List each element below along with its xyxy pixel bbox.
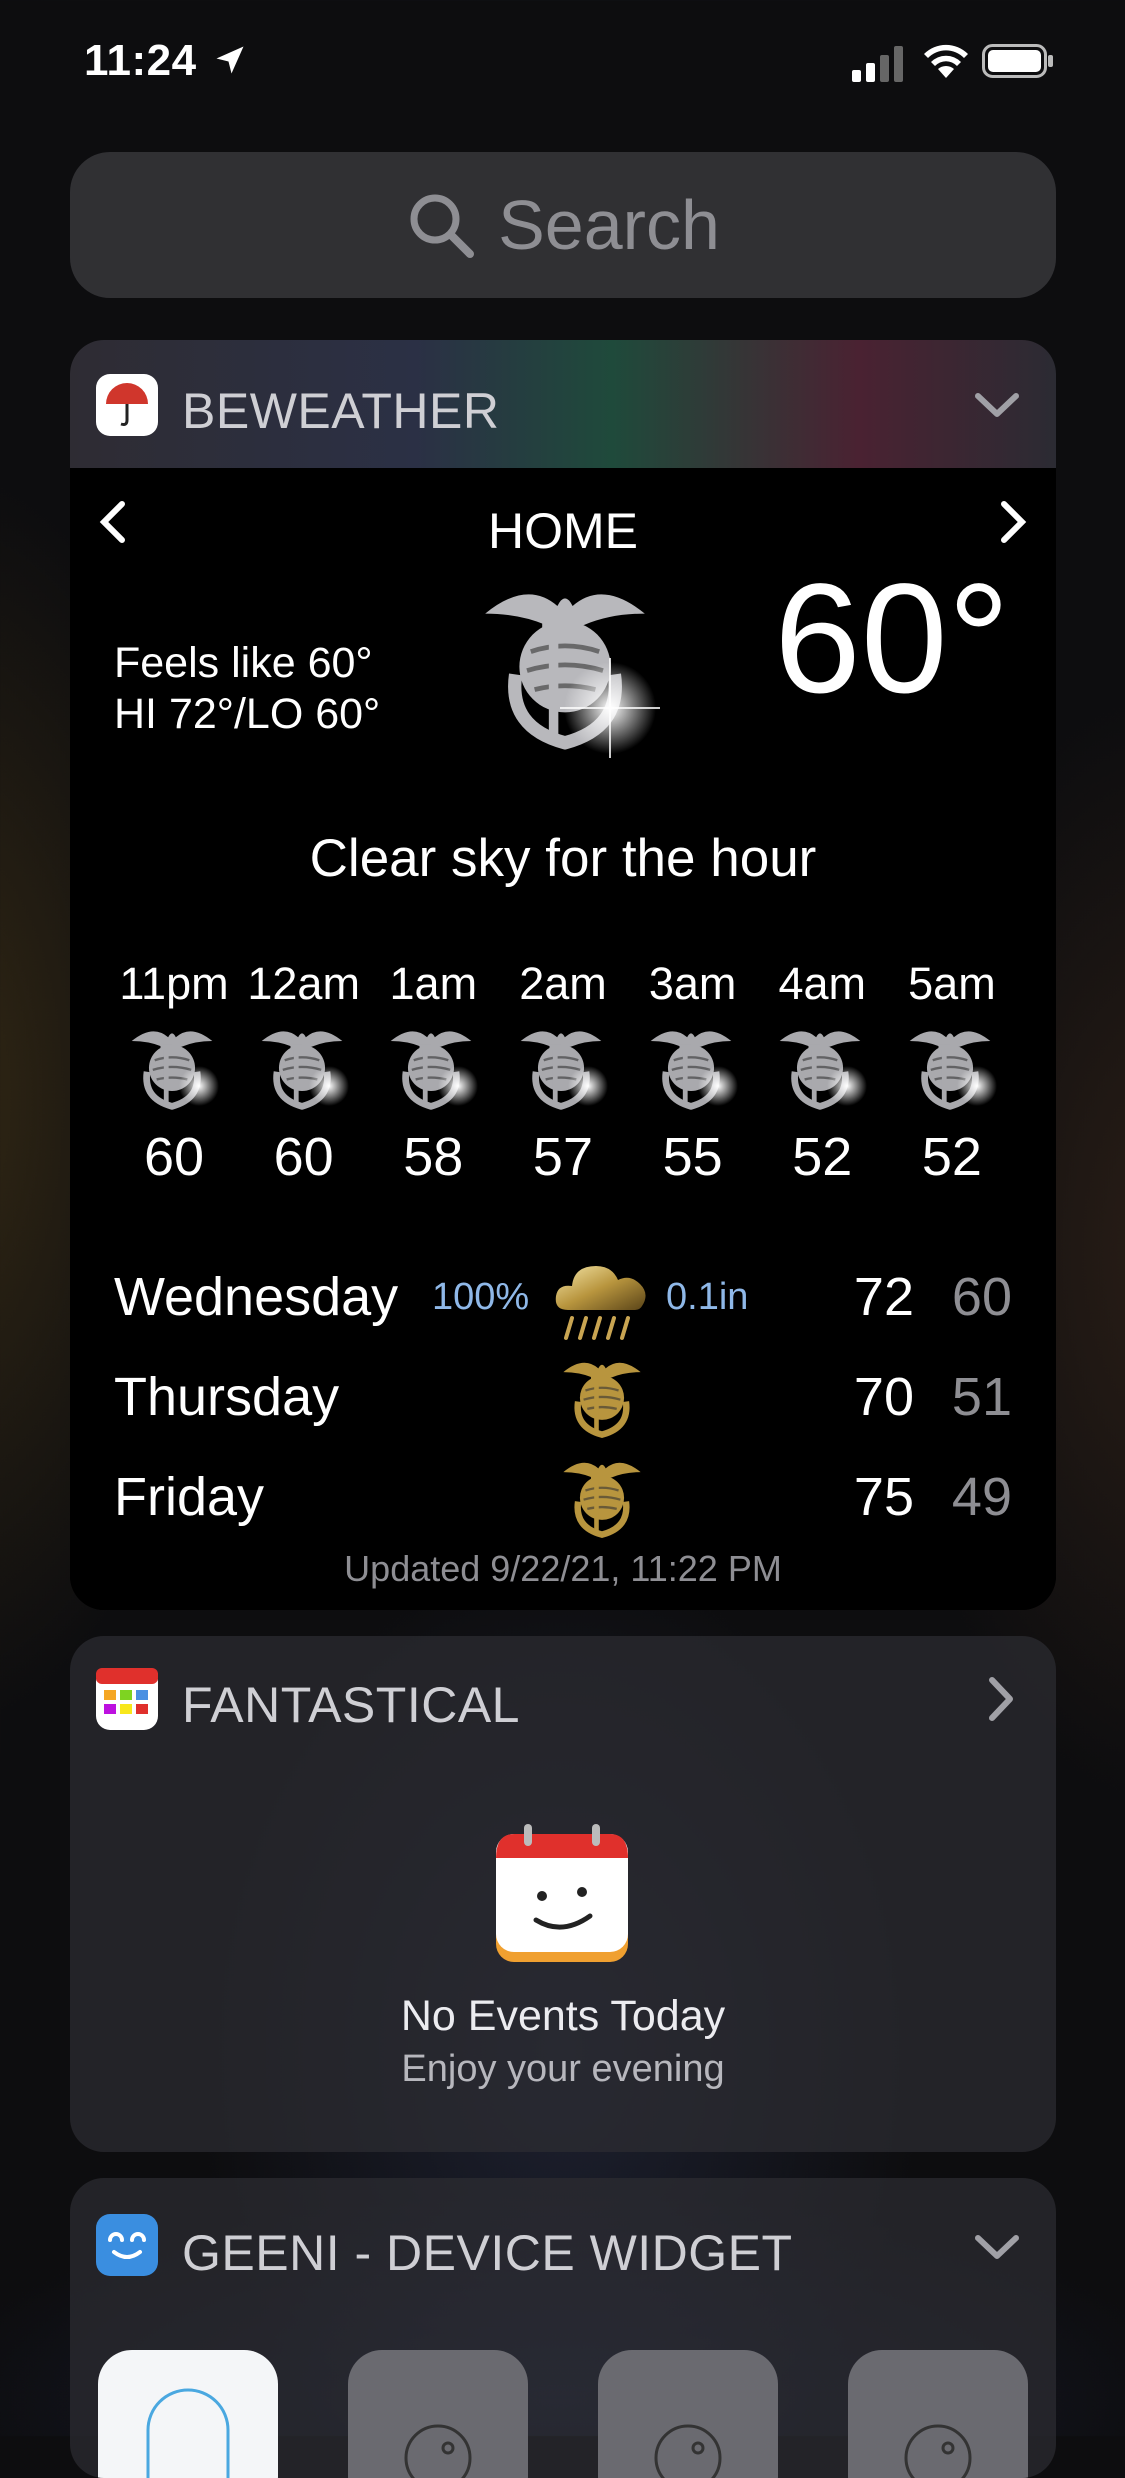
hour-temp: 57 [532,1127,593,1187]
hi-lo: HI 72°/LO 60° [114,690,381,738]
emblem-icon [450,558,660,758]
hour-column: 2am 57 [499,958,627,1188]
day-name: Friday [114,1467,265,1527]
emblem-icon [508,1018,608,1118]
updated-timestamp: Updated 9/22/21, 11:22 PM [344,1548,782,1589]
day-low: 51 [951,1367,1012,1427]
emblem-icon [897,1018,997,1118]
device-button[interactable] [348,2350,528,2478]
device-button[interactable] [848,2350,1028,2478]
emblem-icon [119,1018,219,1118]
day-row: Wednesday 100% 0.1in 72 60 [114,1248,1012,1348]
daily-forecast: Wednesday 100% 0.1in 72 60 Thursday 70 5… [114,1248,1012,1548]
day-low: 49 [951,1467,1012,1527]
cellular-signal-icon [852,46,903,82]
bulb-icon [904,2424,972,2478]
day-high: 75 [853,1467,914,1527]
hour-label: 3am [648,958,737,1009]
hour-column: 4am 52 [758,958,886,1188]
fantastical-app-name: FANTASTICAL [182,1677,520,1733]
beweather-header[interactable]: BEWEATHER [70,340,1056,468]
beweather-app-icon [96,374,158,436]
feels-like: Feels like 60° [114,639,373,687]
day-name: Wednesday [114,1267,399,1327]
hour-column: 3am 55 [629,958,757,1188]
hour-column: 12am 60 [240,958,368,1188]
device-button[interactable] [598,2350,778,2478]
chevron-down-icon[interactable] [974,390,1020,420]
day-high: 72 [853,1267,914,1327]
emblem-icon [550,1348,654,1448]
search-placeholder: Search [498,186,720,264]
emblem-icon [638,1018,738,1118]
hour-temp: 55 [662,1127,723,1187]
hour-label: 12am [247,958,360,1009]
hour-temp: 60 [143,1127,205,1187]
device-button[interactable] [98,2350,278,2478]
hour-label: 5am [908,958,996,1009]
emblem-icon [249,1018,349,1118]
beweather-app-name: BEWEATHER [182,383,500,439]
chevron-right-icon[interactable] [996,498,1030,546]
emblem-icon [378,1018,479,1118]
hour-temp: 60 [273,1127,334,1187]
hour-label: 1am [389,958,478,1009]
no-events-title: No Events Today [400,1992,726,2040]
day-row: Thursday 70 51 [114,1348,1012,1448]
day-low: 60 [951,1267,1012,1327]
beweather-widget: BEWEATHER HOME Feels like 60° HI 72°/LO … [70,340,1056,1610]
status-time: 11:24 [84,36,197,85]
rain-cloud-icon [555,1266,646,1340]
wifi-icon [924,44,968,78]
bulb-icon [146,2388,230,2478]
battery-icon [982,44,1053,78]
bulb-icon [654,2424,722,2478]
hour-column: 11pm 60 [110,958,238,1188]
hourly-forecast: 11pm 60 12am 60 1am 58 2am 57 3am 55 4am… [110,958,1016,1188]
emblem-icon [767,1018,868,1118]
chevron-right-icon[interactable] [986,1676,1016,1722]
hour-column: 1am 58 [369,958,497,1188]
beweather-body: HOME Feels like 60° HI 72°/LO 60° 60° Cl… [70,468,1056,1610]
location-arrow-icon [216,46,244,74]
hour-temp: 52 [792,1127,853,1187]
day-name: Thursday [114,1367,340,1427]
calendar-face-icon [496,1824,628,1962]
geeni-widget: GEENI - DEVICE WIDGET [70,2178,1056,2478]
no-events-subtitle: Enjoy your evening [401,2048,725,2090]
search-bar[interactable]: Search [70,152,1056,298]
geeni-app-name: GEENI - DEVICE WIDGET [182,2225,793,2281]
hour-label: 11pm [119,958,229,1009]
hour-temp: 58 [403,1127,464,1187]
geeni-app-icon [96,2214,158,2276]
current-temperature: 60° [774,552,1010,726]
hour-label: 4am [778,958,867,1009]
day-row: Friday 75 49 [114,1448,1012,1548]
bulb-icon [404,2424,472,2478]
chevron-down-icon[interactable] [974,2232,1020,2262]
geeni-header[interactable]: GEENI - DEVICE WIDGET [70,2178,1056,2306]
hour-label: 2am [519,958,607,1009]
hour-column: 5am 52 [888,958,1016,1188]
hour-temp: 52 [921,1127,982,1187]
precip-amount: 0.1in [666,1276,749,1318]
precip-chance: 100% [432,1276,530,1318]
fantastical-widget[interactable]: FANTASTICAL No Events Today Enjoy your e… [70,1636,1056,2152]
fantastical-app-icon [96,1668,158,1730]
search-icon [410,194,475,258]
fantastical-header[interactable]: FANTASTICAL [70,1636,1056,1764]
emblem-icon [550,1448,654,1548]
hourly-summary: Clear sky for the hour [309,829,817,888]
day-high: 70 [853,1367,914,1427]
